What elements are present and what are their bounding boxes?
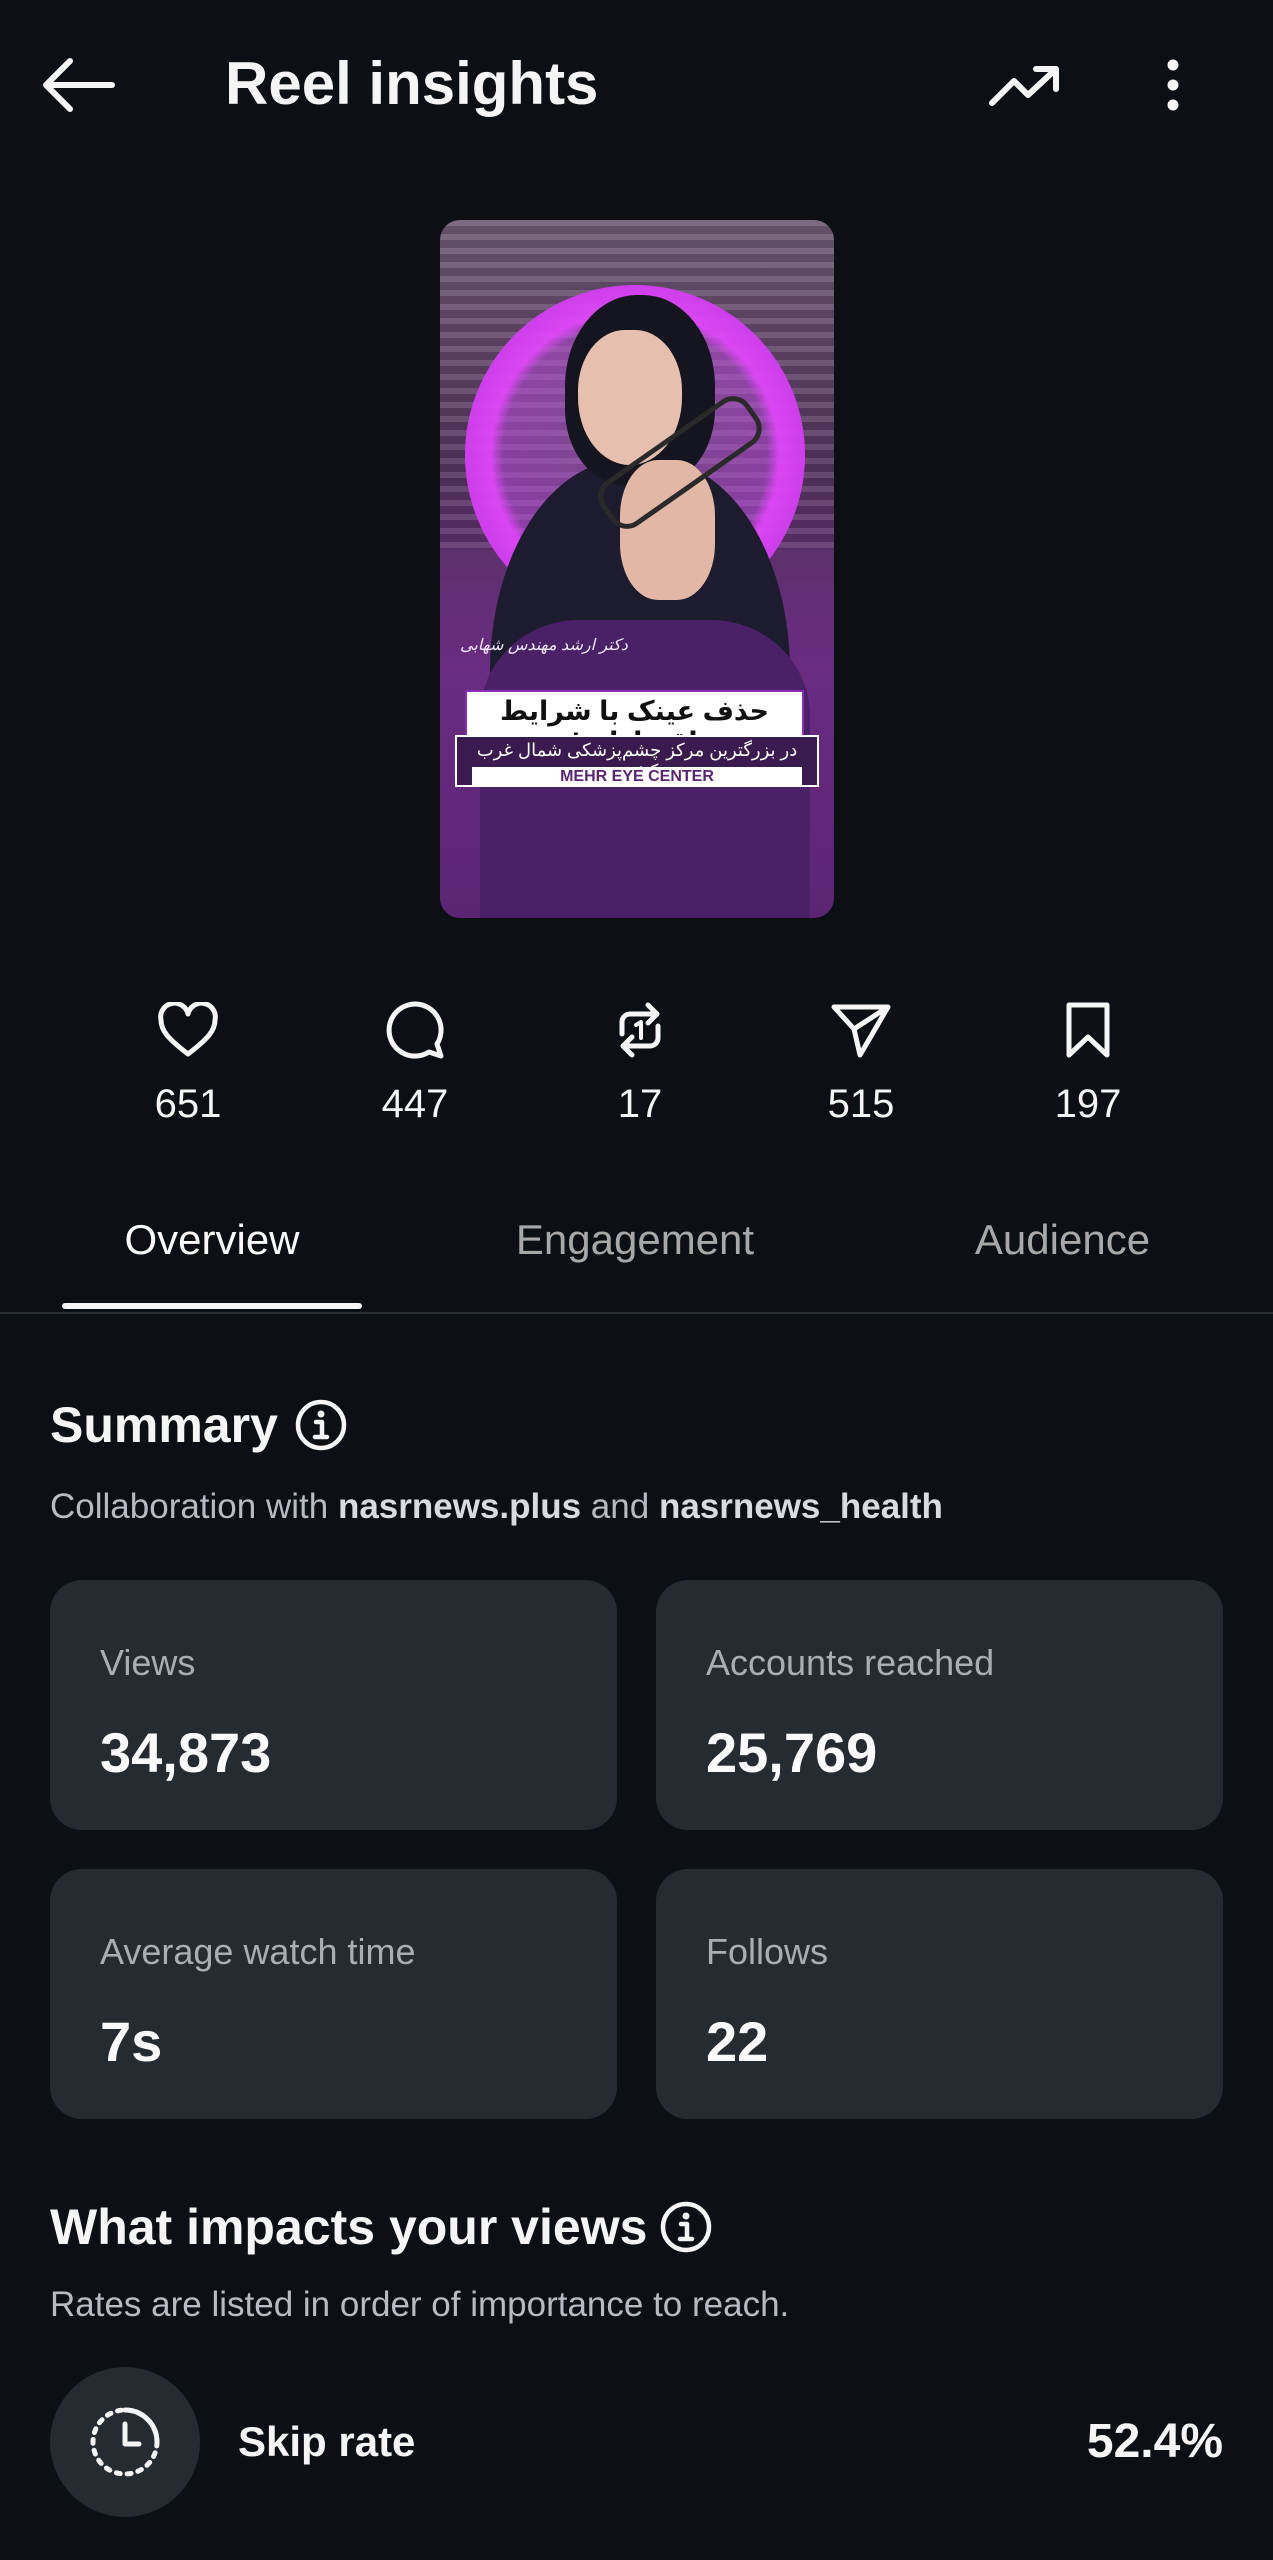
more-vertical-icon (1167, 59, 1178, 111)
summary-info-button[interactable] (293, 1397, 349, 1458)
collab-account-1[interactable]: nasrnews.plus (338, 1487, 581, 1526)
collab-account-2[interactable]: nasrnews_health (659, 1487, 943, 1526)
likes-count: 651 (154, 1082, 222, 1126)
thumbnail-brand: MEHR EYE CENTER (472, 767, 802, 787)
summary-title: Summary (50, 1397, 278, 1453)
metric-card-average-watch-time[interactable]: Average watch time 7s (50, 1869, 617, 2119)
metric-label: Views (100, 1642, 196, 1683)
saves-count: 197 (1054, 1082, 1122, 1126)
skip-rate-value: 52.4% (1086, 2415, 1223, 2468)
heart-icon (158, 1002, 218, 1057)
tab-divider (0, 1312, 1273, 1314)
comments-count: 447 (381, 1082, 449, 1126)
metric-label: Accounts reached (706, 1642, 995, 1683)
skip-rate-label: Skip rate (238, 2418, 416, 2465)
stat-reposts[interactable]: 17 (575, 990, 705, 1134)
shares-count: 515 (827, 1082, 895, 1126)
repost-icon (619, 1002, 661, 1058)
stat-shares[interactable]: 515 (796, 990, 926, 1134)
tab-engagement[interactable]: Engagement (475, 1205, 795, 1275)
metric-value: 7s (100, 2010, 163, 2073)
back-button[interactable] (40, 40, 140, 130)
impact-info-button[interactable] (658, 2199, 714, 2260)
skip-rate-icon-badge (50, 2367, 200, 2517)
info-icon (295, 1399, 347, 1451)
trending-up-icon (989, 66, 1059, 106)
impact-title: What impacts your views (50, 2199, 648, 2255)
metric-card-views[interactable]: Views 34,873 (50, 1580, 617, 1830)
metric-value: 22 (706, 2010, 769, 2073)
comment-icon (386, 1001, 444, 1059)
active-tab-indicator (62, 1303, 362, 1309)
trends-button[interactable] (980, 45, 1070, 125)
share-icon (831, 1004, 891, 1058)
metric-card-accounts-reached[interactable]: Accounts reached 25,769 (656, 1580, 1223, 1830)
page-title: Reel insights (225, 50, 599, 117)
timer-icon (90, 2407, 160, 2477)
info-icon (660, 2201, 712, 2253)
bookmark-icon (1066, 1002, 1110, 1058)
metric-label: Follows (706, 1931, 829, 1972)
stat-saves[interactable]: 197 (1023, 990, 1153, 1134)
reposts-count: 17 (617, 1082, 663, 1126)
tab-overview[interactable]: Overview (62, 1205, 362, 1275)
reel-thumbnail[interactable]: دکتر ارشد مهندس شهابی حذف عینک با شرایط … (440, 220, 834, 918)
stat-comments[interactable]: 447 (350, 990, 480, 1134)
impact-subtitle: Rates are listed in order of importance … (50, 2285, 790, 2324)
collab-and: and (581, 1487, 659, 1526)
metric-label: Average watch time (100, 1931, 416, 1972)
metric-value: 25,769 (706, 1721, 878, 1784)
metric-value: 34,873 (100, 1721, 272, 1784)
back-arrow-icon (43, 58, 115, 112)
metric-card-follows[interactable]: Follows 22 (656, 1869, 1223, 2119)
stat-likes[interactable]: 651 (123, 990, 253, 1134)
thumbnail-handwriting: دکتر ارشد مهندس شهابی (460, 637, 628, 654)
collab-prefix: Collaboration with (50, 1487, 338, 1526)
collaboration-text: Collaboration with nasrnews.plus and nas… (50, 1482, 943, 1532)
tab-audience[interactable]: Audience (930, 1205, 1195, 1275)
more-options-button[interactable] (1140, 45, 1205, 125)
